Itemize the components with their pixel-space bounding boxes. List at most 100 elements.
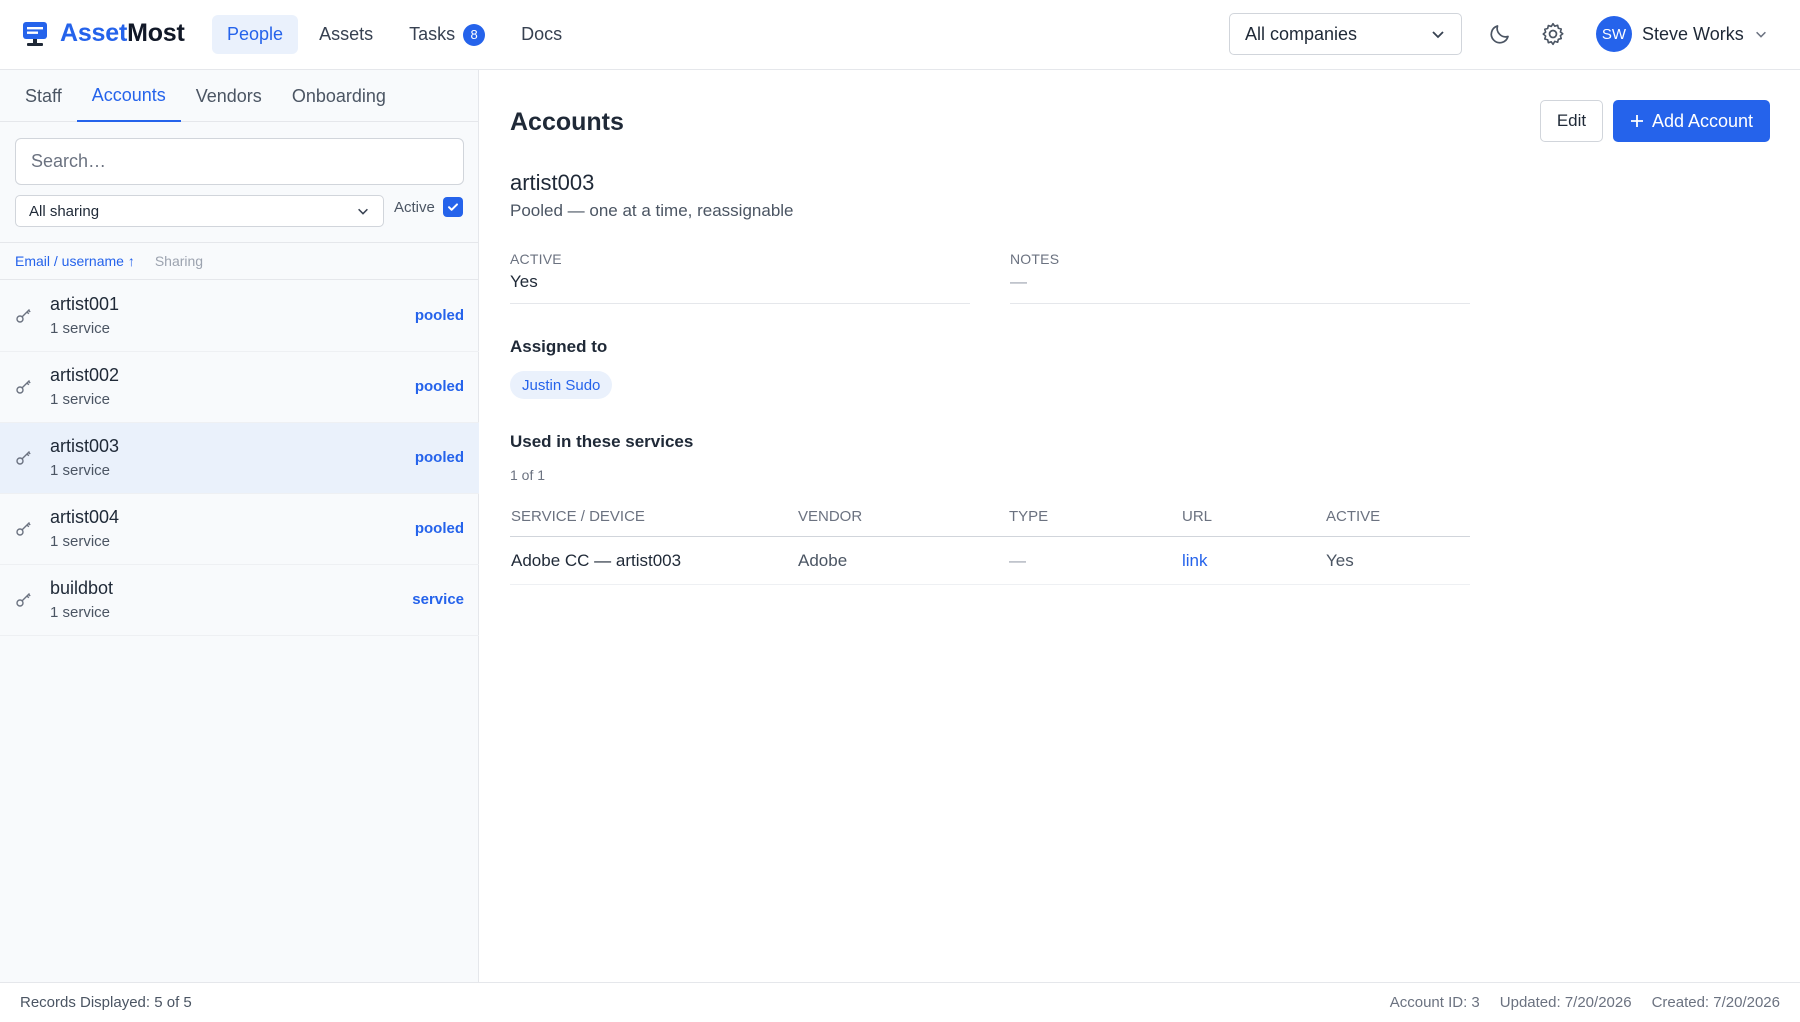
active-cell: Yes (1326, 550, 1354, 570)
notes-field: NOTES — (1010, 251, 1470, 304)
add-account-button[interactable]: Add Account (1613, 100, 1770, 142)
active-filter: Active (394, 197, 463, 217)
account-name: artist004 (50, 507, 120, 527)
tab-vendors[interactable]: Vendors (181, 70, 277, 122)
type-cell: — (1009, 550, 1026, 570)
dark-mode-toggle[interactable] (1486, 20, 1514, 48)
settings-button[interactable] (1539, 20, 1567, 48)
list-header: Email / username ↑ Sharing (0, 242, 479, 280)
nav-docs[interactable]: Docs (506, 15, 577, 54)
sort-email-column[interactable]: Email / username ↑ (15, 253, 135, 269)
col-url: URL (1182, 508, 1213, 525)
monitor-logo-icon (23, 21, 47, 46)
nav-assets[interactable]: Assets (304, 15, 388, 54)
col-type: TYPE (1009, 508, 1049, 525)
services-count: 1 of 1 (510, 467, 546, 483)
account-service-count: 1 service (50, 391, 111, 408)
account-description: Pooled — one at a time, reassignable (510, 201, 794, 220)
sharing-tag: pooled (414, 520, 464, 537)
status-footer: Records Displayed: 5 of 5 Account ID: 3 … (0, 982, 1800, 1022)
list-item[interactable]: artist004 1 service pooled (0, 494, 479, 565)
assigned-section-title: Assigned to (510, 337, 608, 356)
sort-sharing-column[interactable]: Sharing (155, 253, 203, 269)
key-icon (16, 593, 31, 607)
account-name: artist003 (50, 436, 120, 456)
user-menu[interactable]: SW Steve Works (1596, 16, 1768, 52)
account-list: artist001 1 service pooled artist002 1 s… (0, 281, 479, 636)
active-field-value: Yes (510, 272, 538, 291)
sharing-filter-value: All sharing (29, 202, 100, 220)
notes-field-value: — (1010, 272, 1027, 291)
chevron-down-icon (1755, 31, 1766, 38)
sharing-tag: service (412, 591, 464, 608)
nav-people[interactable]: People (212, 15, 299, 54)
services-table: SERVICE / DEVICE VENDOR TYPE URL ACTIVE … (510, 497, 1470, 585)
account-name: buildbot (50, 578, 114, 598)
page-title: Accounts (510, 108, 624, 136)
records-count: Records Displayed: 5 of 5 (20, 994, 192, 1011)
sharing-filter-select[interactable]: All sharing (15, 195, 384, 227)
add-account-label: Add Account (1651, 110, 1754, 131)
company-select-value: All companies (1245, 23, 1358, 44)
updated-date: Updated: 7/20/2026 (1499, 994, 1632, 1011)
tab-accounts[interactable]: Accounts (76, 70, 181, 122)
active-field: ACTIVE Yes (510, 251, 970, 304)
table-row[interactable]: Adobe CC — artist003 Adobe — link Yes (510, 537, 1470, 585)
vendor-cell: Adobe (798, 550, 848, 570)
col-service: SERVICE / DEVICE (511, 508, 645, 525)
url-link[interactable]: link (1182, 551, 1326, 571)
col-vendor: VENDOR (798, 508, 863, 525)
account-name: artist001 (50, 294, 120, 314)
account-service-count: 1 service (50, 604, 111, 621)
plus-icon (1630, 115, 1643, 127)
gear-icon (1542, 22, 1564, 46)
notes-field-label: NOTES (1010, 251, 1060, 267)
nav-tasks[interactable]: Tasks 8 (394, 15, 500, 54)
sharing-tag: pooled (414, 449, 464, 466)
sharing-tag: pooled (414, 378, 464, 395)
app-logo[interactable]: AssetMost (22, 19, 185, 48)
account-service-count: 1 service (50, 320, 111, 337)
list-item[interactable]: buildbot 1 service service (0, 565, 479, 636)
sharing-tag: pooled (414, 307, 464, 324)
account-name: artist002 (50, 365, 120, 385)
active-field-label: ACTIVE (510, 251, 562, 267)
created-date: Created: 7/20/2026 (1651, 994, 1780, 1011)
logo-text: AssetMost (60, 19, 185, 47)
account-service-count: 1 service (50, 462, 111, 479)
key-icon (16, 522, 31, 536)
list-item[interactable]: artist001 1 service pooled (0, 281, 479, 352)
user-name: Steve Works (1642, 23, 1744, 44)
list-item[interactable]: artist002 1 service pooled (0, 352, 479, 423)
tab-staff[interactable]: Staff (10, 70, 77, 122)
tab-onboarding[interactable]: Onboarding (277, 70, 401, 122)
account-title: artist003 (510, 170, 595, 195)
footer-meta: Account ID: 3 Updated: 7/20/2026 Created… (1390, 994, 1780, 1011)
account-id: Account ID: 3 (1389, 994, 1480, 1011)
company-select[interactable]: All companies (1229, 13, 1462, 55)
services-section-title: Used in these services (510, 432, 694, 451)
active-checkbox[interactable] (442, 197, 463, 217)
tasks-count-badge: 8 (463, 23, 486, 46)
accounts-sidebar: Staff Accounts Vendors Onboarding All sh… (0, 70, 479, 982)
search-input[interactable] (15, 138, 464, 185)
account-service-count: 1 service (50, 533, 111, 550)
top-navbar: AssetMost People Assets Tasks 8 Docs All … (0, 0, 1800, 70)
main-nav: People Assets Tasks 8 Docs (212, 15, 577, 54)
check-icon (447, 203, 458, 211)
key-icon (16, 380, 31, 394)
assigned-person-chip[interactable]: Justin Sudo (510, 371, 613, 399)
account-detail: Accounts Edit Add Account artist003 Pool… (480, 70, 1800, 982)
people-subtabs: Staff Accounts Vendors Onboarding (0, 70, 479, 122)
key-icon (16, 309, 31, 323)
avatar: SW (1596, 16, 1632, 52)
col-active: ACTIVE (1326, 508, 1381, 525)
active-filter-label: Active (394, 198, 435, 216)
service-cell: Adobe CC — artist003 (511, 550, 682, 570)
table-header: SERVICE / DEVICE VENDOR TYPE URL ACTIVE (510, 497, 1470, 537)
list-item[interactable]: artist003 1 service pooled (0, 423, 479, 494)
moon-icon (1490, 25, 1509, 44)
chevron-down-icon (1432, 31, 1444, 39)
key-icon (16, 451, 31, 465)
edit-button[interactable]: Edit (1540, 100, 1603, 142)
